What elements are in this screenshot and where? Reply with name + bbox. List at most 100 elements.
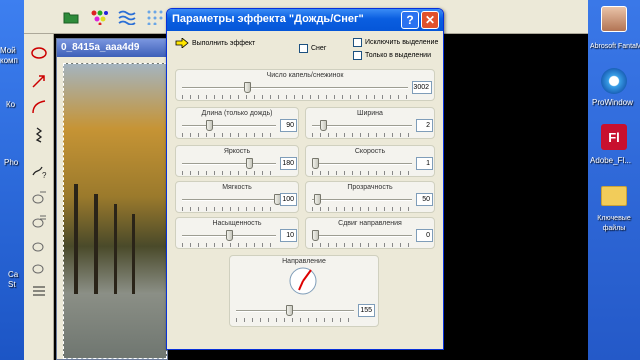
direction-shift-label: Сдвиг направления — [338, 220, 402, 227]
brightness-group: Яркость 180 — [175, 145, 299, 177]
curve-tool[interactable] — [27, 96, 51, 118]
pen-tool[interactable]: ? — [27, 160, 51, 182]
tree-trunk — [132, 214, 135, 294]
brightness-value[interactable]: 180 — [280, 157, 297, 170]
run-effect-button[interactable]: Выполнить эффект — [175, 38, 255, 48]
stack-shape-icon — [32, 215, 46, 228]
stack-shape-icon — [32, 264, 44, 274]
drops-group: Число капель/снежинок 3002 — [175, 69, 435, 101]
only-selection-label: Только в выделении — [365, 52, 432, 59]
transparency-value[interactable]: 50 — [416, 193, 433, 206]
saturation-value[interactable]: 10 — [280, 229, 297, 242]
shape-tool-2[interactable] — [27, 210, 51, 232]
desktop-icon-label: Ключевые файлы — [597, 215, 631, 232]
slider-track — [182, 125, 276, 127]
rain-effect-button[interactable] — [144, 6, 166, 28]
only-selection-checkbox[interactable]: Только в выделении — [353, 51, 431, 60]
direction-dial-icon[interactable] — [288, 266, 318, 296]
brightness-slider-thumb[interactable] — [246, 158, 253, 169]
lines-tool[interactable] — [27, 280, 51, 302]
desktop-icon-adobe-flash[interactable]: Fl Adobe_Fl... — [590, 124, 632, 170]
direction-shift-slider-thumb[interactable] — [312, 230, 319, 241]
slider-track — [312, 163, 412, 165]
arrow-icon — [32, 75, 45, 88]
length-slider-thumb[interactable] — [206, 120, 213, 131]
width-group: Ширина 2 — [305, 107, 435, 139]
desktop-icon-label: Abrosoft FantaMor... — [590, 43, 640, 50]
run-effect-label: Выполнить эффект — [192, 39, 256, 47]
shape-tool-3[interactable] — [27, 234, 51, 256]
flash-icon: Fl — [601, 124, 627, 150]
slider-ticks — [312, 133, 412, 137]
blue-gear-icon — [601, 68, 627, 94]
slider-ticks — [236, 318, 354, 322]
arrow-right-icon — [175, 38, 189, 48]
direction-label: Направление — [282, 258, 326, 265]
desktop-icon-prowindow[interactable]: ProWindow — [592, 68, 633, 112]
checkbox-box[interactable] — [299, 44, 308, 53]
arrow-tool[interactable] — [27, 70, 51, 92]
stack-shape-icon — [32, 191, 46, 204]
zigzag-tool[interactable] — [27, 124, 51, 146]
transparency-group: Прозрачность 50 — [305, 181, 435, 213]
softness-label: Мягкость — [222, 184, 252, 191]
image-canvas[interactable] — [63, 63, 167, 359]
transparency-slider-thumb[interactable] — [314, 194, 321, 205]
direction-shift-value[interactable]: 0 — [416, 229, 433, 242]
checkbox-box[interactable] — [353, 51, 362, 60]
length-label: Длина (только дождь) — [201, 110, 273, 117]
exclude-selection-checkbox[interactable]: Исключить выделение — [353, 38, 438, 47]
ellipse-tool[interactable] — [27, 42, 51, 64]
wave-effect-button[interactable] — [116, 6, 138, 28]
exclude-selection-label: Исключить выделение — [365, 39, 439, 46]
speed-value[interactable]: 1 — [416, 157, 433, 170]
slider-ticks — [182, 133, 276, 137]
drops-slider-thumb[interactable] — [244, 82, 251, 93]
folder-open-icon — [63, 12, 79, 24]
desktop-icon-label: ProWindow — [592, 98, 633, 107]
rain-snow-dialog: Параметры эффекта "Дождь/Снег" ? ✕ Выпол… — [166, 8, 444, 350]
image-window[interactable]: 0_8415a_aaa4d9 — [56, 38, 168, 360]
curve-icon — [32, 100, 46, 114]
direction-value[interactable]: 155 — [358, 304, 375, 317]
open-folder-button[interactable] — [60, 6, 82, 28]
shape-tool-1[interactable] — [27, 186, 51, 208]
width-slider-thumb[interactable] — [320, 120, 327, 131]
slider-track — [236, 310, 354, 312]
svg-text:?: ? — [42, 171, 47, 179]
slider-track — [312, 235, 412, 237]
softness-value[interactable]: 100 — [280, 193, 297, 206]
checkbox-box[interactable] — [353, 38, 362, 47]
close-button[interactable]: ✕ — [421, 11, 439, 29]
palette-button[interactable] — [88, 6, 110, 28]
desktop-label: Pho — [4, 158, 19, 167]
ellipse-icon — [31, 47, 47, 59]
desktop-icon-folder[interactable]: Ключевые файлы — [594, 182, 634, 238]
slider-track — [182, 163, 276, 165]
slider-ticks — [182, 95, 408, 99]
saturation-slider-thumb[interactable] — [226, 230, 233, 241]
drops-value[interactable]: 3002 — [412, 81, 432, 94]
speed-group: Скорость 1 — [305, 145, 435, 177]
brightness-label: Яркость — [223, 148, 251, 155]
desktop-icon-label: Adobe_Fl... — [590, 156, 631, 165]
lines-icon — [33, 286, 45, 296]
grid-dots-icon — [147, 10, 163, 25]
help-button[interactable]: ? — [401, 11, 419, 29]
slider-track — [312, 125, 412, 127]
speed-slider-thumb[interactable] — [312, 158, 319, 169]
slider-ticks — [182, 207, 276, 211]
slider-ticks — [312, 171, 412, 175]
snow-checkbox[interactable]: Снег — [299, 44, 326, 53]
user-photo-icon — [601, 6, 627, 32]
direction-slider-thumb[interactable] — [286, 305, 293, 316]
drops-label: Число капель/снежинок — [266, 72, 344, 79]
width-label: Ширина — [357, 110, 383, 117]
length-value[interactable]: 90 — [280, 119, 297, 132]
desktop-icon-abrosoft[interactable]: Abrosoft FantaMor... — [590, 4, 640, 62]
shape-tool-4[interactable] — [27, 256, 51, 278]
width-value[interactable]: 2 — [416, 119, 433, 132]
desktop-label: St — [8, 280, 16, 289]
speed-label: Скорость — [354, 148, 386, 155]
stack-shape-icon — [32, 242, 44, 252]
